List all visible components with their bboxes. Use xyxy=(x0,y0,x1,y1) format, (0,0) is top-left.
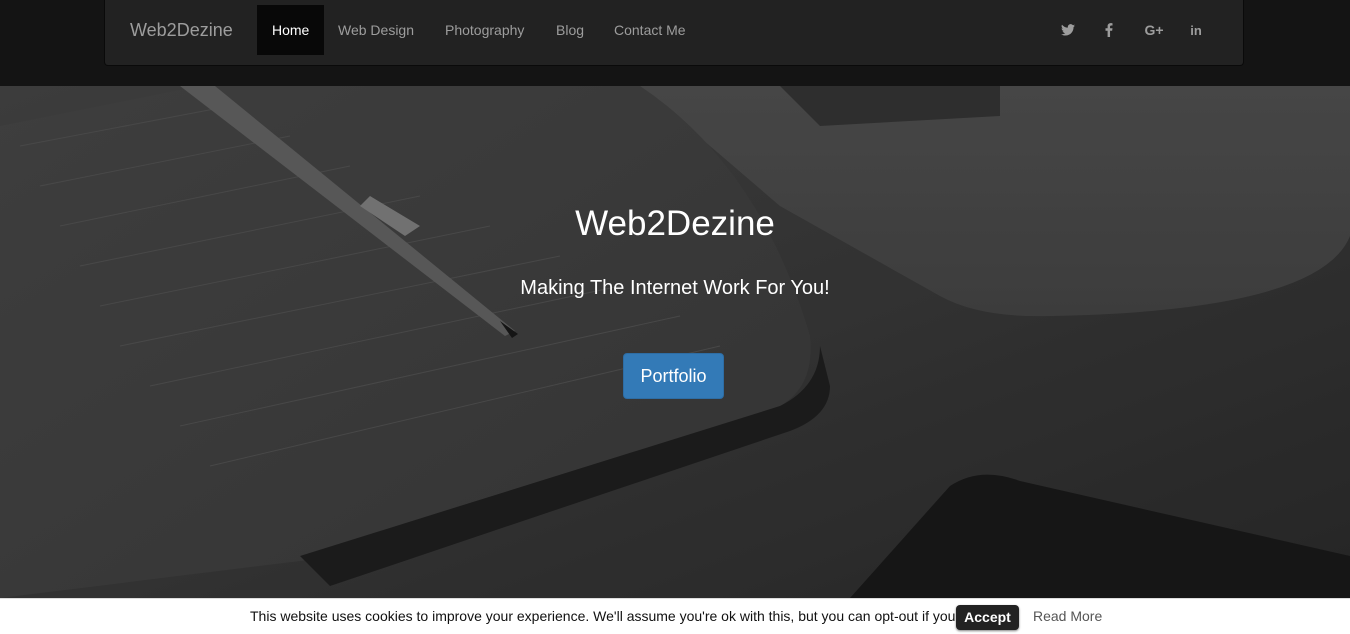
cookie-message: This website uses cookies to improve you… xyxy=(250,608,992,624)
accept-cookies-button[interactable]: Accept xyxy=(956,605,1019,630)
twitter-icon[interactable] xyxy=(1058,20,1078,40)
linkedin-icon[interactable]: in xyxy=(1186,20,1206,40)
hero-subtitle: Making The Internet Work For You! xyxy=(520,277,830,299)
hero-background-image xyxy=(0,86,1350,598)
nav-item-blog[interactable]: Blog xyxy=(541,5,599,55)
hero-section: Web2Dezine Making The Internet Work For … xyxy=(0,86,1350,598)
nav-item-web-design[interactable]: Web Design xyxy=(323,5,429,55)
cookie-consent-bar: This website uses cookies to improve you… xyxy=(0,598,1350,634)
portfolio-button[interactable]: Portfolio xyxy=(623,353,724,399)
navbar: Web2Dezine Home Web Design Photography B… xyxy=(104,0,1244,66)
top-header: Web2Dezine Home Web Design Photography B… xyxy=(0,0,1350,86)
hero-title: Web2Dezine xyxy=(575,204,775,243)
facebook-icon[interactable] xyxy=(1099,20,1119,40)
twitter-icon-glyph xyxy=(1061,24,1075,36)
facebook-icon-glyph xyxy=(1105,23,1113,37)
nav-item-photography[interactable]: Photography xyxy=(430,5,539,55)
nav-item-home[interactable]: Home xyxy=(257,5,325,55)
google-plus-icon[interactable]: G+ xyxy=(1142,20,1166,40)
brand-logo[interactable]: Web2Dezine xyxy=(130,20,233,40)
nav-item-contact-me[interactable]: Contact Me xyxy=(599,5,701,55)
read-more-link[interactable]: Read More xyxy=(1033,608,1102,624)
